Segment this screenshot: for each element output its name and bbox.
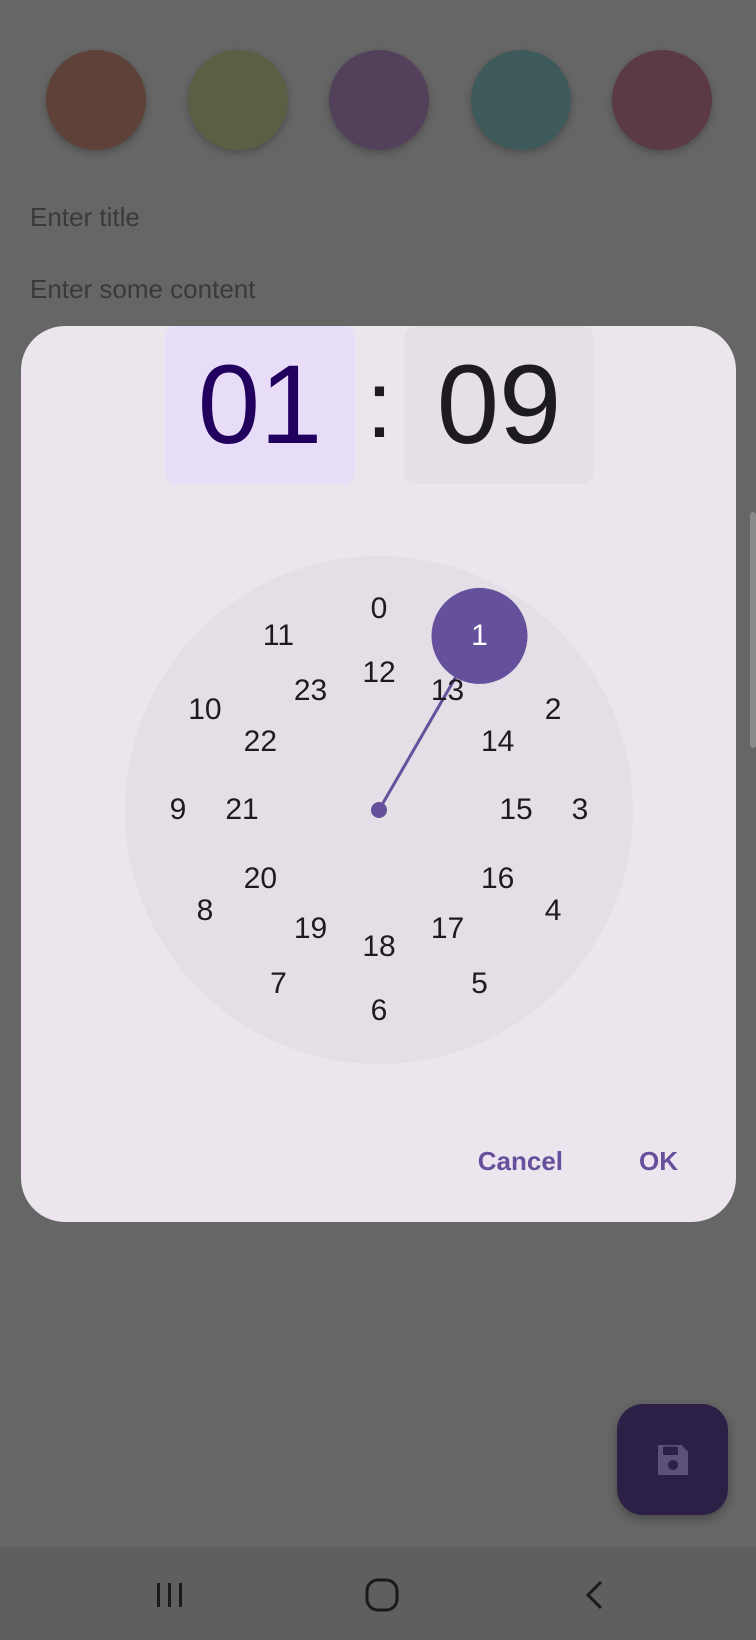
clock-number-16[interactable]: 16 xyxy=(468,859,528,899)
clock-number-20[interactable]: 20 xyxy=(230,859,290,899)
clock-number-4[interactable]: 4 xyxy=(523,891,583,931)
clock-number-14[interactable]: 14 xyxy=(468,722,528,762)
time-separator: : xyxy=(366,351,393,458)
color-swatch[interactable] xyxy=(46,50,146,150)
color-swatch[interactable] xyxy=(188,50,288,150)
home-icon[interactable] xyxy=(352,1565,412,1625)
clock-number-8[interactable]: 8 xyxy=(175,891,235,931)
recent-apps-icon[interactable] xyxy=(140,1565,200,1625)
clock-number-11[interactable]: 11 xyxy=(249,616,309,656)
clock-number-10[interactable]: 10 xyxy=(175,690,235,730)
clock-number-18[interactable]: 18 xyxy=(349,927,409,967)
content-input[interactable]: Enter some content xyxy=(30,274,255,305)
minute-field[interactable]: 09 xyxy=(404,326,594,484)
clock-number-5[interactable]: 5 xyxy=(450,964,510,1004)
scrollbar xyxy=(750,512,756,748)
clock-center-dot xyxy=(371,802,387,818)
time-picker-dialog: 01 : 09 0 1 2 3 4 5 6 7 8 9 10 11 12 13 14 15 16 17 18 19 20… xyxy=(21,326,736,1222)
color-swatch[interactable] xyxy=(612,50,712,150)
clock-number-13[interactable]: 13 xyxy=(418,671,478,711)
clock-number-19[interactable]: 19 xyxy=(281,909,341,949)
clock-number-15[interactable]: 15 xyxy=(486,790,546,830)
color-swatch-row xyxy=(46,50,712,150)
clock-number-6[interactable]: 6 xyxy=(349,991,409,1031)
clock-number-3[interactable]: 3 xyxy=(550,790,610,830)
clock-number-1[interactable]: 1 xyxy=(450,616,510,656)
dialog-actions: Cancel OK xyxy=(420,1136,696,1187)
color-swatch[interactable] xyxy=(329,50,429,150)
clock-number-12[interactable]: 12 xyxy=(349,653,409,693)
back-icon[interactable] xyxy=(565,1565,625,1625)
clock-number-17[interactable]: 17 xyxy=(418,909,478,949)
title-input[interactable]: Enter title xyxy=(30,202,140,233)
clock-number-21[interactable]: 21 xyxy=(212,790,272,830)
color-swatch[interactable] xyxy=(471,50,571,150)
clock-number-0[interactable]: 0 xyxy=(349,589,409,629)
clock-number-9[interactable]: 9 xyxy=(148,790,208,830)
clock-number-2[interactable]: 2 xyxy=(523,690,583,730)
navigation-bar xyxy=(0,1547,756,1640)
clock-dial[interactable]: 0 1 2 3 4 5 6 7 8 9 10 11 12 13 14 15 16 17 18 19 20 21 22 23 xyxy=(125,556,633,1064)
clock-number-22[interactable]: 22 xyxy=(230,722,290,762)
clock-number-7[interactable]: 7 xyxy=(249,964,309,1004)
save-button[interactable] xyxy=(617,1404,728,1515)
cancel-button[interactable]: Cancel xyxy=(460,1136,581,1187)
save-icon xyxy=(657,1444,688,1475)
ok-button[interactable]: OK xyxy=(621,1136,696,1187)
hour-field[interactable]: 01 xyxy=(165,326,355,484)
clock-number-23[interactable]: 23 xyxy=(281,671,341,711)
